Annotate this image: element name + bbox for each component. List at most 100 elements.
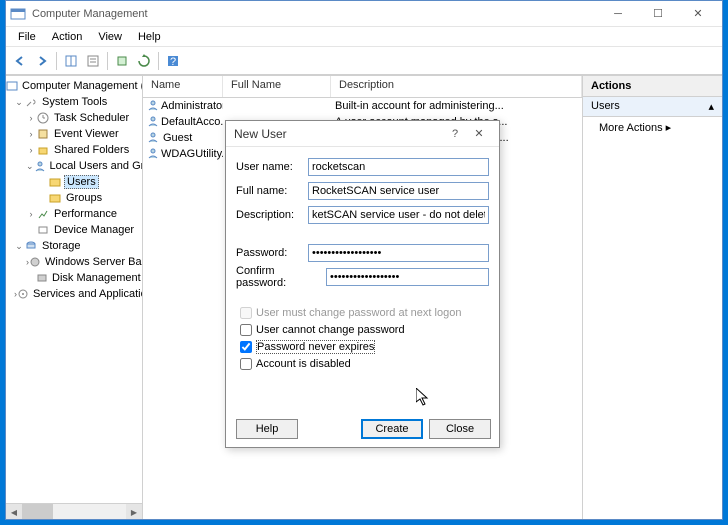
scroll-right-button[interactable]: ▶ (126, 504, 142, 519)
cell-name: Administrator (161, 100, 223, 112)
create-button[interactable]: Create (361, 419, 423, 439)
disabled-checkbox[interactable] (240, 358, 252, 370)
new-user-dialog: New User ? ✕ User name: Full name: Descr… (225, 120, 500, 448)
tree-root[interactable]: Computer Management (Local) (20, 80, 143, 92)
close-button[interactable]: ✕ (678, 2, 718, 26)
user-icon (147, 99, 159, 113)
list-row[interactable]: Administrator Built-in account for admin… (143, 98, 582, 114)
fullname-input[interactable] (308, 182, 489, 200)
help-button[interactable]: Help (236, 419, 298, 439)
export-button[interactable] (112, 51, 132, 71)
tree-local-users[interactable]: Local Users and Groups (48, 160, 143, 172)
collapse-icon[interactable]: ▴ (708, 100, 714, 113)
cell-name: Guest (163, 132, 192, 144)
scroll-thumb[interactable] (22, 504, 53, 519)
chevron-right-icon: ▸ (666, 122, 672, 134)
tree-shared-folders[interactable]: Shared Folders (52, 144, 131, 156)
confirm-password-input[interactable] (326, 268, 489, 286)
tree-groups[interactable]: Groups (64, 192, 104, 204)
cell-description: Built-in account for administering... (331, 100, 582, 112)
close-button[interactable]: Close (429, 419, 491, 439)
column-fullname[interactable]: Full Name (223, 76, 331, 97)
user-icon (147, 115, 159, 129)
dialog-titlebar: New User ? ✕ (226, 121, 499, 147)
tree-disk-mgmt[interactable]: Disk Management (50, 272, 143, 284)
username-input[interactable] (308, 158, 489, 176)
dialog-buttons: Help Create Close (226, 411, 499, 447)
menu-action[interactable]: Action (44, 29, 91, 45)
up-button[interactable] (61, 51, 81, 71)
tree-pane[interactable]: Computer Management (Local) ⌄ System Tool… (6, 76, 143, 519)
list-header: Name Full Name Description (143, 76, 582, 98)
scroll-track[interactable] (22, 504, 126, 519)
device-icon (36, 223, 50, 237)
performance-icon (36, 207, 50, 221)
expand-icon[interactable]: › (26, 145, 36, 155)
storage-icon (24, 239, 38, 253)
description-input[interactable] (308, 206, 489, 224)
svg-text:?: ? (170, 56, 176, 68)
maximize-button[interactable]: ☐ (638, 2, 678, 26)
column-description[interactable]: Description (331, 76, 582, 97)
tree-users[interactable]: Users (64, 175, 99, 189)
scheduler-icon (36, 111, 50, 125)
refresh-button[interactable] (134, 51, 154, 71)
expand-icon[interactable]: › (26, 113, 36, 123)
action-more[interactable]: More Actions ▸ (583, 117, 722, 138)
minimize-button[interactable]: ─ (598, 2, 638, 26)
console-icon (6, 79, 18, 93)
tree-storage[interactable]: Storage (40, 240, 83, 252)
actions-users-label: Users (591, 100, 620, 113)
username-label: User name: (236, 161, 308, 173)
dialog-close-button[interactable]: ✕ (467, 127, 491, 140)
description-label: Description: (236, 209, 308, 221)
tree-performance[interactable]: Performance (52, 208, 119, 220)
properties-button[interactable] (83, 51, 103, 71)
collapse-icon[interactable]: ⌄ (14, 97, 24, 108)
cannot-change-checkbox[interactable] (240, 324, 252, 336)
event-icon (36, 127, 50, 141)
menu-view[interactable]: View (90, 29, 130, 45)
expand-icon[interactable]: › (26, 129, 36, 139)
tools-icon (24, 95, 38, 109)
menu-file[interactable]: File (10, 29, 44, 45)
toolbar-separator (158, 52, 159, 70)
password-label: Password: (236, 247, 308, 259)
window-title: Computer Management (32, 8, 598, 20)
column-name[interactable]: Name (143, 76, 223, 97)
collapse-icon[interactable]: ⌄ (26, 161, 34, 172)
menu-help[interactable]: Help (130, 29, 169, 45)
tree-wsb[interactable]: Windows Server Backup (43, 256, 143, 268)
must-change-label: User must change password at next logon (256, 307, 461, 319)
expand-icon[interactable]: › (26, 209, 36, 219)
fullname-label: Full name: (236, 185, 308, 197)
actions-pane: Actions Users ▴ More Actions ▸ (582, 76, 722, 519)
password-input[interactable] (308, 244, 489, 262)
back-button[interactable] (10, 51, 30, 71)
forward-button[interactable] (32, 51, 52, 71)
collapse-icon[interactable]: ⌄ (14, 241, 24, 252)
help-button[interactable]: ? (163, 51, 183, 71)
shared-icon (36, 143, 50, 157)
actions-header: Actions (583, 76, 722, 97)
tree-event-viewer[interactable]: Event Viewer (52, 128, 121, 140)
actions-section[interactable]: Users ▴ (583, 97, 722, 117)
users-icon (34, 159, 46, 173)
must-change-checkbox (240, 307, 252, 319)
folder-icon (48, 191, 62, 205)
scroll-left-button[interactable]: ◀ (6, 504, 22, 519)
cell-name: DefaultAcco... (161, 116, 223, 128)
dialog-help-button[interactable]: ? (443, 128, 467, 140)
dialog-body: User name: Full name: Description: Passw… (226, 147, 499, 411)
tree-device-manager[interactable]: Device Manager (52, 224, 136, 236)
tree-scrollbar[interactable]: ◀ ▶ (6, 503, 142, 519)
user-icon (147, 147, 159, 161)
folder-icon (48, 175, 62, 189)
toolbar-separator (107, 52, 108, 70)
tree-system-tools[interactable]: System Tools (40, 96, 109, 108)
app-icon (10, 6, 26, 22)
never-expires-checkbox[interactable] (240, 341, 252, 353)
tree-services[interactable]: Services and Applications (31, 288, 143, 300)
tree-task-scheduler[interactable]: Task Scheduler (52, 112, 131, 124)
backup-icon (29, 255, 41, 269)
